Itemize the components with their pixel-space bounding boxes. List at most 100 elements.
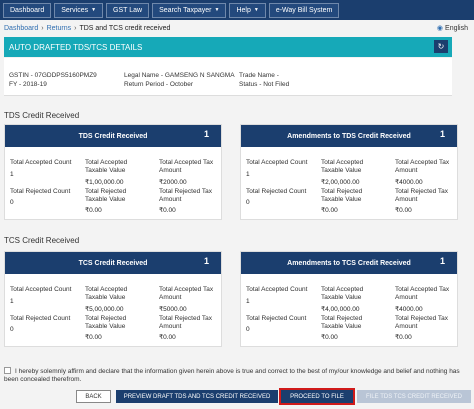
trade-status: Trade Name - Status - Not Filed xyxy=(239,71,289,89)
legal-period: Legal Name - GAMSENG N SANGMA Return Per… xyxy=(124,71,235,89)
accepted-tax-value: ₹4000.00 xyxy=(395,179,423,186)
declaration-row: I hereby solemnly affirm and declare tha… xyxy=(4,367,470,384)
page-title-bar: AUTO DRAFTED TDS/TCS DETAILS ↻ xyxy=(4,37,452,57)
financial-year: FY - 2018-19 xyxy=(9,81,47,88)
chevron-down-icon: ▼ xyxy=(253,7,259,13)
accepted-count-label: Total Accepted Count xyxy=(246,159,308,166)
rejected-tax-value: ₹0.00 xyxy=(395,207,412,214)
nav-gst-law[interactable]: GST Law xyxy=(106,2,150,18)
nav-eway-bill[interactable]: e-Way Bill System xyxy=(268,2,340,18)
accepted-taxable-value: ₹2,00,000.00 xyxy=(321,179,360,186)
rejected-taxable-value: ₹0.00 xyxy=(85,207,102,214)
back-button[interactable]: BACK xyxy=(76,390,111,403)
nav-label: Dashboard xyxy=(10,6,45,14)
accepted-taxable-label: Total Accepted Taxable Value xyxy=(85,159,128,174)
rejected-taxable-value: ₹0.00 xyxy=(321,207,338,214)
taxpayer-info: GSTIN - 07GDDPS5160PMZ9 FY - 2018-19 Leg… xyxy=(4,58,452,96)
rejected-tax-value: ₹0.00 xyxy=(395,334,412,341)
chevron-down-icon: ▼ xyxy=(214,7,220,13)
nav-label: Search Taxpayer xyxy=(159,6,212,14)
rejected-count-label: Total Rejected Count xyxy=(10,315,71,322)
card-title: TDS Credit Received xyxy=(78,132,148,140)
rejected-count-value: 0 xyxy=(10,326,14,333)
accepted-count-label: Total Accepted Count xyxy=(246,286,308,293)
breadcrumb-dashboard[interactable]: Dashboard xyxy=(4,25,38,32)
file-credit-button: FILE TDS TCS CREDIT RECEIVED xyxy=(357,390,471,403)
rejected-tax-label: Total Rejected Tax Amount xyxy=(159,315,212,330)
accepted-taxable-label: Total Accepted Taxable Value xyxy=(321,159,364,174)
preview-draft-button[interactable]: PREVIEW DRAFT TDS AND TCS CREDIT RECEIVE… xyxy=(116,390,278,403)
accepted-tax-label: Total Accepted Tax Amount xyxy=(159,159,214,174)
nav-label: Services xyxy=(61,6,89,14)
rejected-count-label: Total Rejected Count xyxy=(10,188,71,195)
card-header: Amendments to TCS Credit Received 1 xyxy=(241,252,457,274)
rejected-count-value: 0 xyxy=(246,199,250,206)
accepted-taxable-label: Total Accepted Taxable Value xyxy=(321,286,364,301)
rejected-tax-value: ₹0.00 xyxy=(159,334,176,341)
accepted-count-value: 1 xyxy=(10,171,14,178)
rejected-count-value: 0 xyxy=(246,326,250,333)
rejected-taxable-label: Total Rejected Taxable Value xyxy=(85,188,127,203)
accepted-tax-label: Total Accepted Tax Amount xyxy=(395,286,450,301)
rejected-taxable-label: Total Rejected Taxable Value xyxy=(85,315,127,330)
accepted-tax-value: ₹2000.00 xyxy=(159,179,187,186)
tds-credit-card[interactable]: TDS Credit Received 1 Total Accepted Coun… xyxy=(4,124,222,220)
accepted-tax-value: ₹5000.00 xyxy=(159,306,187,313)
declaration-checkbox[interactable] xyxy=(4,367,11,374)
rejected-tax-value: ₹0.00 xyxy=(159,207,176,214)
nav-search-taxpayer[interactable]: Search Taxpayer ▼ xyxy=(152,2,227,18)
refresh-icon: ↻ xyxy=(437,42,445,51)
accepted-count-value: 1 xyxy=(246,171,250,178)
globe-icon: ◉ xyxy=(436,25,444,32)
language-selector[interactable]: ◉ English xyxy=(437,24,468,32)
nav-services[interactable]: Services ▼ xyxy=(54,2,104,18)
rejected-count-label: Total Rejected Count xyxy=(246,188,307,195)
card-title: Amendments to TDS Credit Received xyxy=(287,132,411,140)
nav-help[interactable]: Help ▼ xyxy=(229,2,266,18)
nav-dashboard[interactable]: Dashboard xyxy=(3,2,52,18)
rejected-tax-label: Total Rejected Tax Amount xyxy=(395,188,448,203)
card-title: Amendments to TCS Credit Received xyxy=(287,259,411,267)
breadcrumb-separator: › xyxy=(74,25,77,32)
breadcrumb-separator: › xyxy=(41,25,44,32)
nav-label: Help xyxy=(236,6,251,14)
accepted-tax-value: ₹4000.00 xyxy=(395,306,423,313)
filing-status: Status - Not Filed xyxy=(239,81,290,88)
rejected-tax-label: Total Rejected Tax Amount xyxy=(159,188,212,203)
nav-label: e-Way Bill System xyxy=(275,6,333,14)
rejected-taxable-label: Total Rejected Taxable Value xyxy=(321,188,363,203)
accepted-tax-label: Total Accepted Tax Amount xyxy=(159,286,214,301)
tds-amendments-card[interactable]: Amendments to TDS Credit Received 1 Total… xyxy=(240,124,458,220)
tcs-amendments-card[interactable]: Amendments to TCS Credit Received 1 Total… xyxy=(240,251,458,347)
gstin: GSTIN - 07GDDPS5160PMZ9 xyxy=(9,72,97,79)
accepted-taxable-label: Total Accepted Taxable Value xyxy=(85,286,128,301)
rejected-count-label: Total Rejected Count xyxy=(246,315,307,322)
rejected-taxable-value: ₹0.00 xyxy=(85,334,102,341)
card-title: TCS Credit Received xyxy=(78,259,148,267)
trade-name: Trade Name - xyxy=(239,72,279,79)
accepted-count-label: Total Accepted Count xyxy=(10,159,72,166)
declaration-text: I hereby solemnly affirm and declare tha… xyxy=(4,368,460,383)
breadcrumb-current: TDS and TCS credit received xyxy=(79,25,171,32)
tcs-section-title: TCS Credit Received xyxy=(4,236,80,245)
accepted-taxable-value: ₹4,00,000.00 xyxy=(321,306,360,313)
nav-label: GST Law xyxy=(113,6,143,14)
card-header: TDS Credit Received 1 xyxy=(5,125,221,147)
language-label: English xyxy=(445,25,468,32)
breadcrumb-returns[interactable]: Returns xyxy=(47,25,72,32)
tcs-credit-card[interactable]: TCS Credit Received 1 Total Accepted Coun… xyxy=(4,251,222,347)
rejected-tax-label: Total Rejected Tax Amount xyxy=(395,315,448,330)
tds-section-title: TDS Credit Received xyxy=(4,111,80,120)
proceed-to-file-button[interactable]: PROCEED TO FILE xyxy=(279,388,355,405)
card-count: 1 xyxy=(203,256,209,266)
card-count: 1 xyxy=(439,256,445,266)
card-count: 1 xyxy=(203,129,209,139)
return-period: Return Period - October xyxy=(124,81,194,88)
accepted-tax-label: Total Accepted Tax Amount xyxy=(395,159,450,174)
rejected-taxable-value: ₹0.00 xyxy=(321,334,338,341)
page-title: AUTO DRAFTED TDS/TCS DETAILS xyxy=(9,42,143,52)
card-header: TCS Credit Received 1 xyxy=(5,252,221,274)
accepted-taxable-value: ₹1,00,000.00 xyxy=(85,179,124,186)
rejected-count-value: 0 xyxy=(10,199,14,206)
refresh-button[interactable]: ↻ xyxy=(434,40,448,53)
